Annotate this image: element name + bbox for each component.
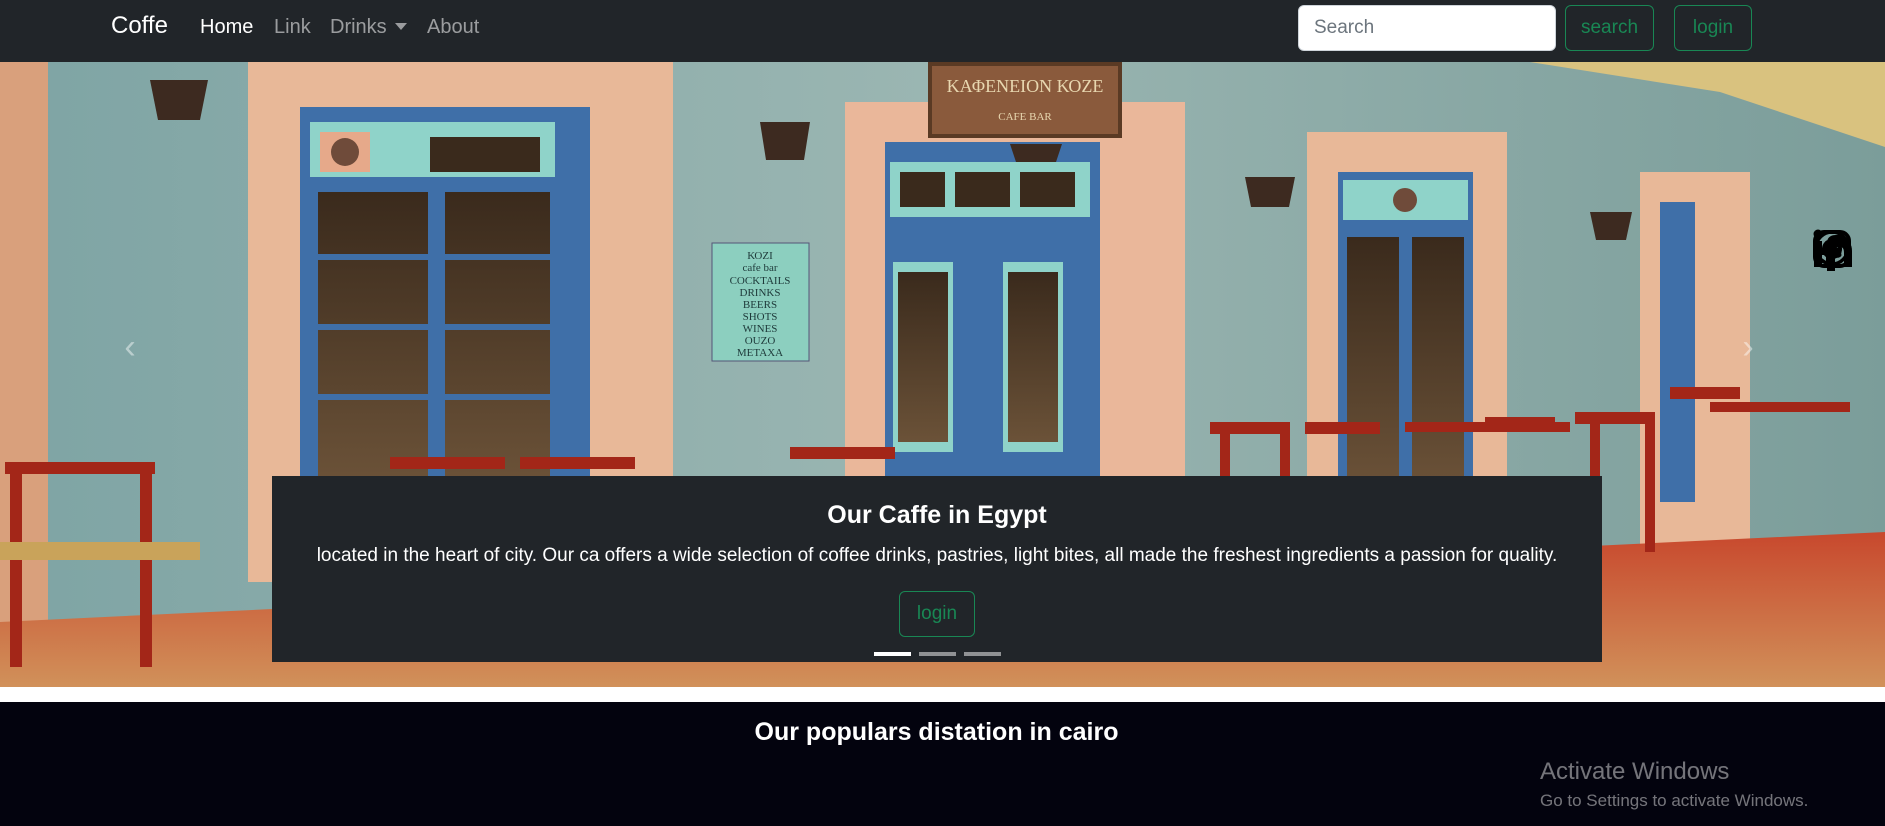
nav-about[interactable]: About <box>427 16 479 39</box>
cafe-sign-text: ΚΑΦΕΝΕΙΟΝ ΚΟΖΕ <box>947 76 1104 96</box>
login-button[interactable]: login <box>1674 5 1752 51</box>
wall-sign-line: ΜΕΤΑΧΑ <box>737 347 783 359</box>
carousel-indicator[interactable] <box>918 652 956 656</box>
carousel-caption: Our Caffe in Egypt located in the heart … <box>272 476 1602 662</box>
wall-sign-line: COCKTAILS <box>730 275 791 287</box>
wall-sign-line: BEERS <box>743 299 777 311</box>
caret-down-icon <box>394 22 407 30</box>
activate-windows-title: Activate Windows <box>1540 758 1730 785</box>
wall-sign-line: WINES <box>743 323 778 335</box>
hero-carousel: ΚΑΦΕΝΕΙΟΝ ΚΟΖΕ CAFE BAR ΚΟΖΙ cafe bar CO… <box>0 62 1885 687</box>
nav-home[interactable]: Home <box>200 16 253 39</box>
top-navbar: Coffe Home Link Drinks About search logi… <box>0 0 1885 62</box>
nav-drinks-label: Drinks <box>330 16 387 38</box>
caption-title: Our Caffe in Egypt <box>827 501 1047 529</box>
wall-sign-line: cafe bar <box>742 262 777 274</box>
search-button[interactable]: search <box>1565 5 1654 51</box>
carousel-indicators <box>272 652 1602 656</box>
activate-windows-subtitle: Go to Settings to activate Windows. <box>1540 791 1809 810</box>
search-input[interactable] <box>1298 5 1556 51</box>
wall-sign-line: ΚΟΖΙ <box>747 250 773 262</box>
activate-windows-watermark: Activate Windows Go to Settings to activ… <box>1540 758 1808 811</box>
wall-sign-line: SHOTS <box>743 311 778 323</box>
nav-drinks-dropdown[interactable]: Drinks <box>330 16 407 39</box>
carousel-prev-button[interactable]: ‹ <box>110 317 150 377</box>
cafe-sign-subtext: CAFE BAR <box>998 111 1052 123</box>
nav-link[interactable]: Link <box>274 16 311 39</box>
caption-login-button[interactable]: login <box>899 591 975 637</box>
caption-text: located in the heart of city. Our ca off… <box>316 545 1558 566</box>
brand-logo[interactable]: Coffe <box>111 12 168 40</box>
carousel-next-button[interactable]: › <box>1728 317 1768 377</box>
wall-sign-line: OUZO <box>745 335 776 347</box>
wall-sign-line: DRINKS <box>740 287 781 299</box>
linkedin-icon[interactable] <box>1810 227 1854 271</box>
carousel-indicator[interactable] <box>963 652 1001 656</box>
carousel-indicator[interactable] <box>873 652 911 656</box>
section-title: Our populars distation in cairo <box>754 718 1119 746</box>
